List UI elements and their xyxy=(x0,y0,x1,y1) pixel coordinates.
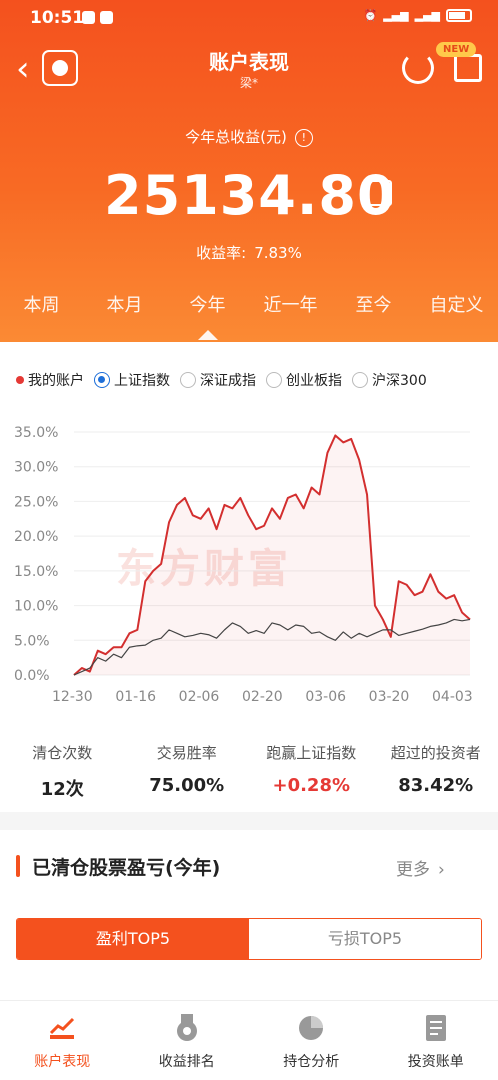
bottom-nav: 账户表现 收益排名 持仓分析 投资账单 xyxy=(0,1000,498,1080)
stat-label: 清仓次数 xyxy=(32,744,93,762)
app-notification-icon xyxy=(100,11,113,24)
signal-icon: ▂▄▆ xyxy=(383,9,409,22)
x-tick-label: 02-20 xyxy=(242,689,283,705)
tab-week[interactable]: 本周 xyxy=(0,282,83,332)
share-icon[interactable] xyxy=(454,54,482,82)
y-tick-label: 35.0% xyxy=(14,425,58,441)
tab-last-year[interactable]: 近一年 xyxy=(249,282,332,332)
profit-top5-tab[interactable]: 盈利TOP5 xyxy=(17,919,249,959)
rate-row: 收益率: 7.83% xyxy=(0,242,498,263)
chart-legend: 我的账户 上证指数 深证成指 创业板指 沪深300 xyxy=(16,370,427,390)
refresh-icon[interactable] xyxy=(402,52,434,84)
x-tick-label: 01-16 xyxy=(115,689,156,705)
y-tick-label: 15.0% xyxy=(14,564,58,580)
stat-beat-investors: 超过的投资者 83.42% xyxy=(374,742,498,801)
pie-icon xyxy=(299,1016,324,1040)
tab-month[interactable]: 本月 xyxy=(83,282,166,332)
more-link[interactable]: 更多 xyxy=(396,855,445,880)
info-icon[interactable]: ! xyxy=(294,128,313,147)
stat-label: 跑赢上证指数 xyxy=(266,744,357,762)
y-tick-label: 5.0% xyxy=(14,633,50,649)
nav-bills[interactable]: 投资账单 xyxy=(374,1001,498,1080)
alarm-icon: ⏰ xyxy=(363,9,378,22)
legend-label: 深证成指 xyxy=(200,373,256,389)
notification-icon xyxy=(82,11,95,24)
nav-account-performance[interactable]: 账户表现 xyxy=(0,1001,125,1080)
profit-label-row: 今年总收益(元)! xyxy=(0,126,498,147)
stat-clear-count: 清仓次数 12次 xyxy=(0,742,125,801)
loss-top5-tab[interactable]: 亏损TOP5 xyxy=(249,919,481,959)
y-tick-label: 0.0% xyxy=(14,668,50,684)
y-tick-label: 30.0% xyxy=(14,460,58,476)
radio-checked[interactable] xyxy=(94,372,110,388)
legend-label: 沪深300 xyxy=(372,373,427,389)
y-tick-label: 10.0% xyxy=(14,599,58,615)
legend-label: 我的账户 xyxy=(28,373,84,389)
status-bar: 10:51 ⏰ ▂▄▆ ▂▄▆ xyxy=(0,0,498,36)
tab-custom[interactable]: 自定义 xyxy=(415,282,498,332)
signal-icon-2: ▂▄▆ xyxy=(414,9,440,22)
x-tick-label: 04-03 xyxy=(432,689,473,705)
battery-icon xyxy=(446,9,472,22)
stat-beat-index: 跑赢上证指数 +0.28% xyxy=(249,742,374,801)
radio[interactable] xyxy=(352,372,368,388)
performance-chart: 35.0% 30.0% 25.0% 20.0% 15.0% 10.0% 5.0% 0.0%12… xyxy=(14,425,473,705)
x-tick-label: 12-30 xyxy=(52,689,93,705)
new-badge: NEW xyxy=(436,42,477,57)
legend-szse[interactable]: 深证成指 xyxy=(180,370,256,390)
nav-label: 持仓分析 xyxy=(283,1054,340,1070)
x-tick-label: 03-20 xyxy=(369,689,410,705)
edit-icon[interactable] xyxy=(366,180,392,206)
section-title: 已清仓股票盈亏(今年) xyxy=(32,857,221,879)
series-area-my-account xyxy=(74,435,470,675)
legend-chinext[interactable]: 创业板指 xyxy=(266,370,342,390)
legend-my-account: 我的账户 xyxy=(16,370,84,390)
stats-row: 清仓次数 12次 交易胜率 75.00% 跑赢上证指数 +0.28% 超过的投资… xyxy=(0,742,498,801)
x-tick-label: 02-06 xyxy=(179,689,220,705)
y-tick-label: 20.0% xyxy=(14,529,58,545)
stat-label: 超过的投资者 xyxy=(390,744,481,762)
nav-holdings[interactable]: 持仓分析 xyxy=(249,1001,374,1080)
y-tick-label: 25.0% xyxy=(14,494,58,510)
radio[interactable] xyxy=(180,372,196,388)
profit-value: 25134.80 xyxy=(104,164,396,227)
header: 10:51 ⏰ ▂▄▆ ▂▄▆ ‹ 账户表现 梁* NEW 今年总收益(元)! … xyxy=(0,0,498,342)
legend-label: 上证指数 xyxy=(114,373,170,389)
stat-value: 12次 xyxy=(40,779,84,800)
stat-label: 交易胜率 xyxy=(156,744,217,762)
nav-ranking[interactable]: 收益排名 xyxy=(125,1001,250,1080)
tab-year[interactable]: 今年 xyxy=(166,282,249,340)
stat-win-rate: 交易胜率 75.00% xyxy=(125,742,250,801)
period-tabs: 本周 本月 今年 近一年 至今 自定义 xyxy=(0,282,498,340)
radio[interactable] xyxy=(266,372,282,388)
legend-csi300[interactable]: 沪深300 xyxy=(352,370,427,390)
chart-icon xyxy=(50,1017,75,1039)
status-icons: ⏰ ▂▄▆ ▂▄▆ xyxy=(364,9,472,22)
tab-to-date[interactable]: 至今 xyxy=(332,282,415,332)
medal-icon xyxy=(176,1014,197,1041)
legend-label: 创业板指 xyxy=(286,373,342,389)
legend-dot xyxy=(16,376,24,384)
stat-value: +0.28% xyxy=(272,775,351,796)
nav-label: 账户表现 xyxy=(34,1054,91,1070)
stat-value: 75.00% xyxy=(149,775,225,796)
status-time: 10:51 xyxy=(30,8,85,28)
x-tick-label: 03-06 xyxy=(305,689,346,705)
legend-sse[interactable]: 上证指数 xyxy=(94,370,170,390)
profit-loss-toggle: 盈利TOP5 亏损TOP5 xyxy=(16,918,482,960)
nav-label: 收益排名 xyxy=(158,1054,215,1070)
bill-icon xyxy=(425,1015,446,1041)
stat-value: 83.42% xyxy=(398,775,474,796)
rate-value: 7.83% xyxy=(254,244,302,262)
nav-label: 投资账单 xyxy=(407,1054,464,1070)
rate-label: 收益率: xyxy=(196,244,247,262)
profit-label: 今年总收益(元) xyxy=(185,128,287,146)
section-accent-bar xyxy=(16,855,20,877)
